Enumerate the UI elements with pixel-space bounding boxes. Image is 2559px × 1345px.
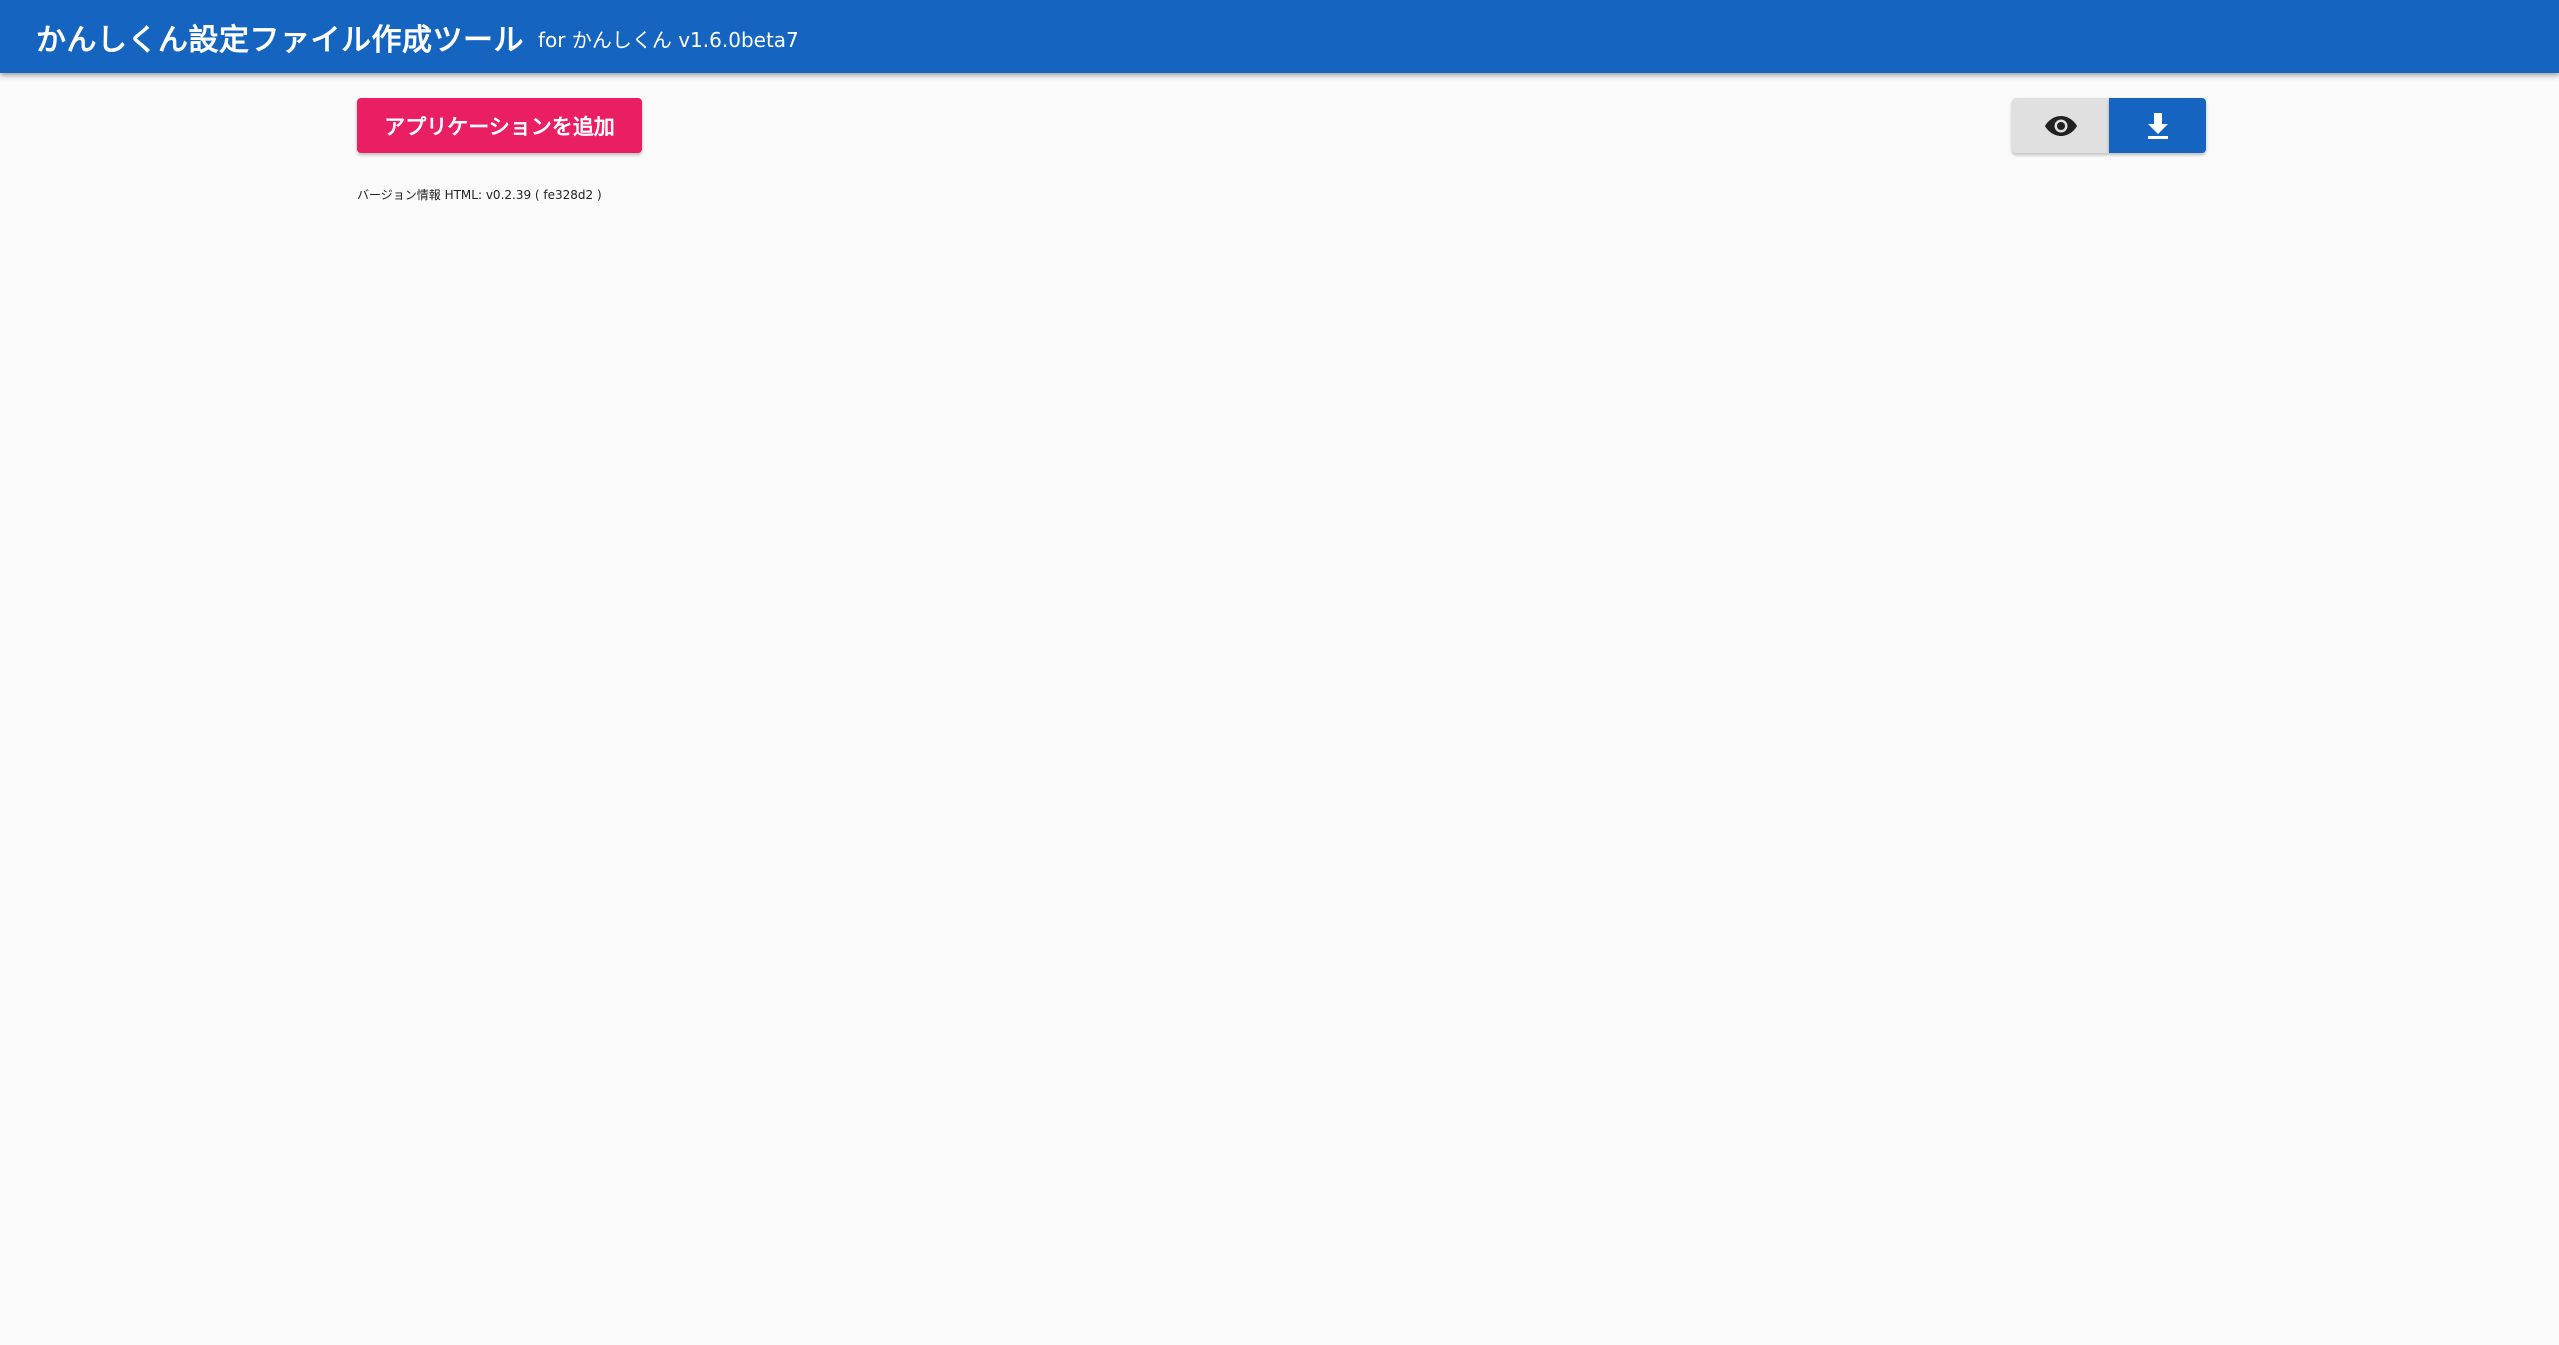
version-info-label: バージョン情報 [357, 188, 445, 202]
app-header: かんしくん設定ファイル作成ツール for かんしくん v1.6.0beta7 [0, 0, 2559, 73]
app-title: かんしくん設定ファイル作成ツール [36, 22, 524, 58]
download-button[interactable] [2109, 98, 2206, 153]
download-icon [2146, 112, 2170, 140]
action-button-group [2012, 98, 2206, 153]
version-info-html-prefix: HTML: [444, 188, 486, 202]
version-info: バージョン情報 HTML: v0.2.39 ( fe328d2 ) [357, 186, 602, 203]
app-subtitle: for かんしくん v1.6.0beta7 [538, 28, 799, 52]
version-info-version: v0.2.39 [485, 188, 535, 202]
preview-button[interactable] [2012, 98, 2109, 153]
add-application-button[interactable]: アプリケーションを追加 [357, 98, 642, 153]
version-info-commit: ( fe328d2 ) [534, 188, 602, 202]
eye-icon [2044, 114, 2078, 138]
